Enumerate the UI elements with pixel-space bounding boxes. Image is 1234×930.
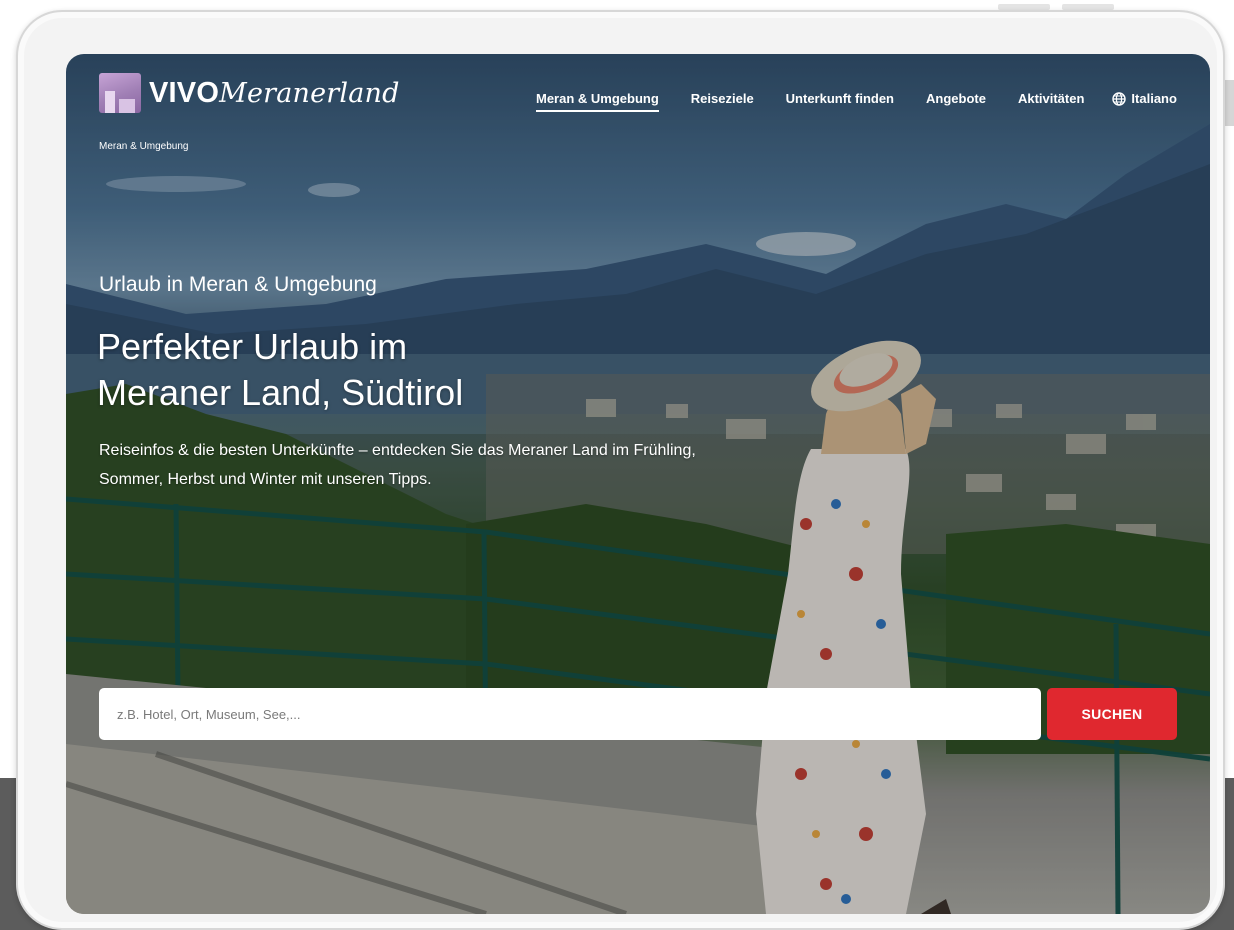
breadcrumb[interactable]: Meran & Umgebung (99, 141, 189, 152)
logo-text-rest: Meranerland (219, 77, 400, 109)
nav-item-aktivitaeten[interactable]: Aktivitäten (1018, 91, 1084, 106)
logo-image (99, 73, 141, 113)
nav-item-meran-umgebung[interactable]: Meran & Umgebung (536, 91, 659, 112)
language-switcher[interactable]: Italiano (1112, 91, 1177, 106)
browser-viewport: VIVOMeranerland Meran & Umgebung Reisezi… (66, 54, 1210, 914)
hero-description: Reiseinfos & die besten Unterkünfte – en… (99, 442, 696, 488)
page-title-line-1: Perfekter Urlaub im (97, 326, 408, 367)
search-input[interactable] (99, 688, 1041, 740)
tablet-frame: VIVOMeranerland Meran & Umgebung Reisezi… (16, 10, 1225, 930)
page-title: Perfekter Urlaub im Meraner Land, Südtir… (97, 324, 617, 416)
nav-item-reiseziele[interactable]: Reiseziele (691, 91, 754, 106)
nav-item-angebote[interactable]: Angebote (926, 91, 986, 106)
hero-subtitle: Urlaub in Meran & Umgebung (99, 273, 377, 296)
search-button[interactable]: SUCHEN (1047, 688, 1177, 740)
background-stub (1225, 80, 1234, 126)
logo-text: VIVOMeranerland (149, 77, 400, 110)
language-label: Italiano (1131, 91, 1177, 106)
logo-text-bold: VIVO (149, 76, 220, 109)
page-title-line-2: Meraner Land, Südtirol (97, 372, 464, 413)
nav-item-unterkunft-finden[interactable]: Unterkunft finden (786, 91, 894, 106)
main-navigation: Meran & Umgebung Reiseziele Unterkunft f… (536, 91, 1177, 112)
globe-icon (1112, 91, 1127, 106)
site-logo[interactable]: VIVOMeranerland (99, 73, 400, 113)
